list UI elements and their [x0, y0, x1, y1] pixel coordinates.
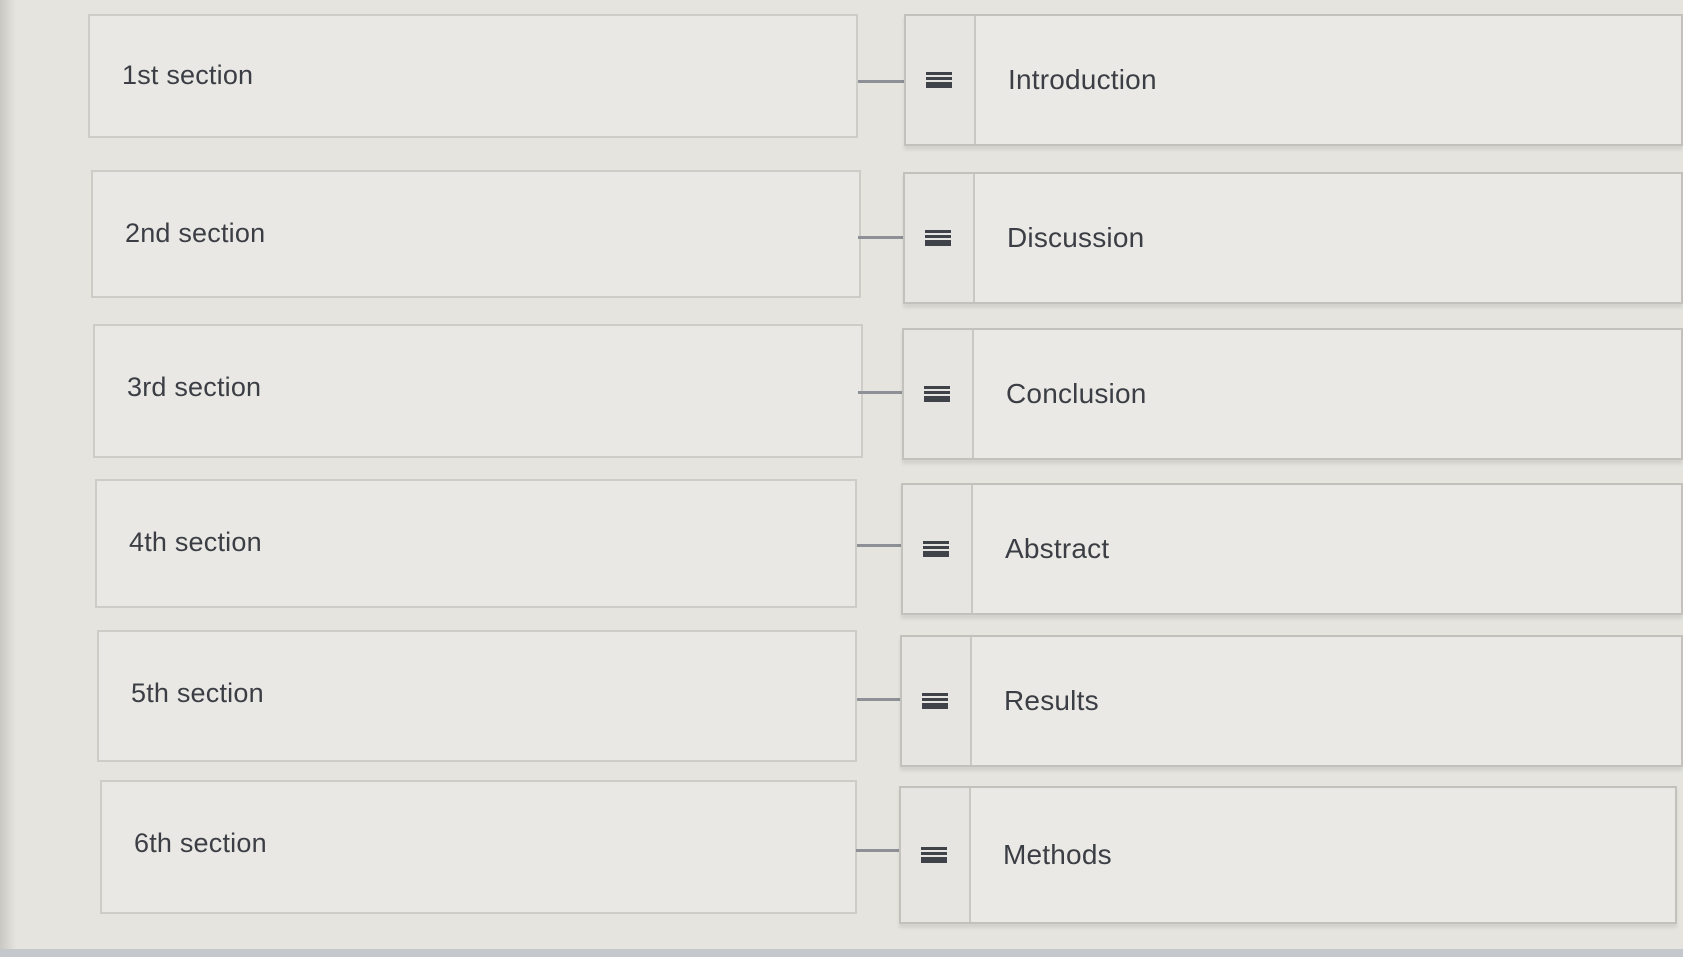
drag-handle[interactable] [903, 485, 973, 613]
prompt-box-1: 1st section [88, 14, 858, 138]
connector-line [858, 80, 904, 83]
drag-handle-icon [924, 386, 950, 402]
matching-row-3: 3rd section Conclusion [0, 322, 1683, 460]
answer-label: Results [1004, 685, 1099, 716]
answer-item-4[interactable]: Abstract [901, 483, 1683, 615]
matching-row-6: 6th section Methods [0, 778, 1683, 924]
answer-item-3[interactable]: Conclusion [902, 328, 1683, 460]
prompt-label: 5th section [131, 678, 264, 708]
answer-label: Introduction [1008, 64, 1157, 95]
answer-label: Abstract [1005, 533, 1110, 564]
drag-handle[interactable] [906, 16, 976, 144]
connector-line [858, 236, 904, 239]
answer-item-2[interactable]: Discussion [903, 172, 1683, 304]
answer-item-6[interactable]: Methods [899, 786, 1677, 924]
prompt-label: 2nd section [125, 218, 266, 248]
answer-label: Methods [1003, 839, 1112, 870]
matching-row-1: 1st section Introduction [0, 12, 1683, 146]
prompt-box-3: 3rd section [93, 324, 863, 458]
matching-row-2: 2nd section Discussion [0, 168, 1683, 304]
drag-handle-icon [922, 693, 948, 709]
prompt-label: 4th section [129, 527, 262, 557]
drag-handle[interactable] [904, 330, 974, 458]
connector-line [857, 544, 903, 547]
drag-handle[interactable] [901, 788, 971, 922]
prompt-box-6: 6th section [100, 780, 857, 914]
answer-item-5[interactable]: Results [900, 635, 1683, 767]
screen-bottom-edge [0, 949, 1683, 957]
prompt-label: 6th section [134, 828, 267, 858]
drag-handle-icon [925, 230, 951, 246]
answer-label: Discussion [1007, 222, 1145, 253]
drag-handle-icon [926, 72, 952, 88]
prompt-box-4: 4th section [95, 479, 857, 608]
prompt-label: 3rd section [127, 372, 262, 402]
drag-handle[interactable] [905, 174, 975, 302]
answer-label: Conclusion [1006, 378, 1147, 409]
prompt-box-5: 5th section [97, 630, 857, 762]
connector-line [858, 391, 904, 394]
drag-handle[interactable] [902, 637, 972, 765]
drag-handle-icon [921, 847, 947, 863]
matching-row-5: 5th section Results [0, 628, 1683, 767]
answer-item-1[interactable]: Introduction [904, 14, 1683, 146]
prompt-label: 1st section [122, 60, 254, 90]
drag-handle-icon [923, 541, 949, 557]
connector-line [856, 849, 902, 852]
prompt-box-2: 2nd section [91, 170, 861, 298]
connector-line [857, 698, 903, 701]
matching-row-4: 4th section Abstract [0, 477, 1683, 615]
